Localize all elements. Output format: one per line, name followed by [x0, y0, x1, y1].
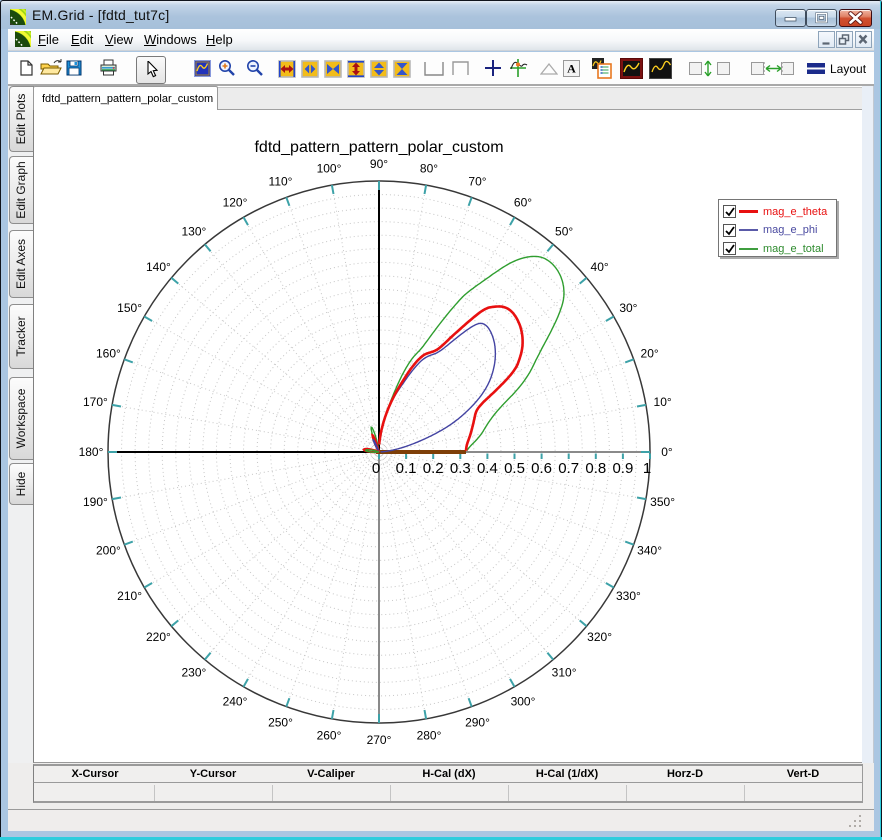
- svg-text:Tracker: Tracker: [14, 316, 28, 356]
- svg-text:Workspace: Workspace: [14, 388, 28, 448]
- svg-text:Edit Graph: Edit Graph: [14, 161, 28, 218]
- svg-text:Hide: Hide: [14, 471, 28, 496]
- svg-text:Edit Axes: Edit Axes: [14, 239, 28, 289]
- svg-text:Edit Plots: Edit Plots: [14, 94, 28, 145]
- svg-text:A: A: [567, 62, 576, 76]
